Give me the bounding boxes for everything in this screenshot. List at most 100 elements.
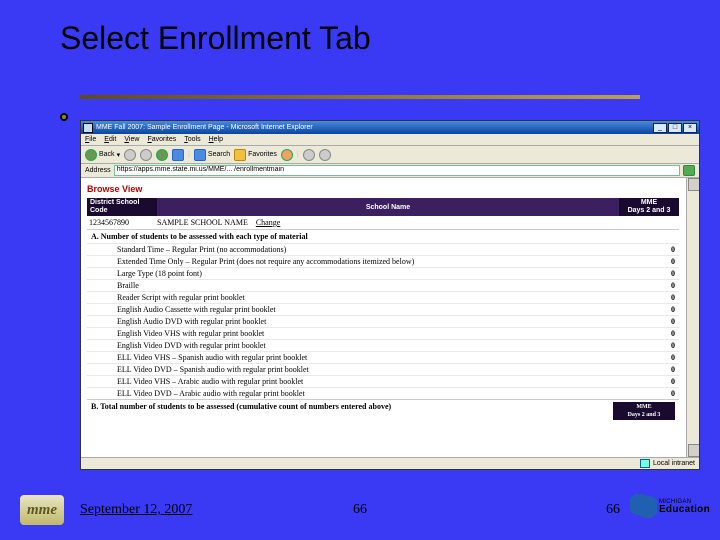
home-icon[interactable] bbox=[172, 149, 184, 161]
education-text: Education bbox=[659, 505, 710, 515]
school-name-cell: SAMPLE SCHOOL NAME Change bbox=[157, 218, 679, 227]
material-label: Large Type (18 point font) bbox=[87, 269, 629, 278]
hdr-mme-label: MME bbox=[621, 199, 677, 207]
mme-logo: mme bbox=[20, 495, 64, 525]
close-button[interactable]: × bbox=[683, 123, 697, 133]
material-label: ELL Video VHS – Arabic audio with regula… bbox=[87, 377, 629, 386]
material-label: ELL Video DVD – Arabic audio with regula… bbox=[87, 389, 629, 398]
back-button[interactable]: Back ▾ bbox=[85, 149, 120, 161]
material-row: ELL Video DVD – Arabic audio with regula… bbox=[87, 387, 679, 399]
search-icon bbox=[194, 149, 206, 161]
menu-favorites[interactable]: Favorites bbox=[147, 136, 176, 143]
status-bar: Local intranet bbox=[81, 457, 699, 469]
menu-help[interactable]: Help bbox=[209, 136, 223, 143]
forward-icon[interactable] bbox=[124, 149, 136, 161]
section-b-mme: MME bbox=[614, 403, 674, 411]
material-value[interactable]: 0 bbox=[629, 389, 679, 398]
addressbar: Address https://apps.mme.state.mi.us/MME… bbox=[81, 164, 699, 178]
section-b-days: Days 2 and 3 bbox=[614, 411, 674, 419]
section-a-header: A. Number of students to be assessed wit… bbox=[87, 229, 679, 243]
material-row: English Video VHS with regular print boo… bbox=[87, 327, 679, 339]
material-row: English Audio Cassette with regular prin… bbox=[87, 303, 679, 315]
menu-edit[interactable]: Edit bbox=[104, 136, 116, 143]
material-value[interactable]: 0 bbox=[629, 293, 679, 302]
material-label: ELL Video VHS – Spanish audio with regul… bbox=[87, 353, 629, 362]
search-button[interactable]: Search bbox=[194, 149, 230, 161]
material-value[interactable]: 0 bbox=[629, 317, 679, 326]
table-header-row: District School Code School Name MME Day… bbox=[87, 198, 679, 216]
material-label: Extended Time Only – Regular Print (does… bbox=[87, 257, 629, 266]
material-row: English Video DVD with regular print boo… bbox=[87, 339, 679, 351]
material-label: English Audio DVD with regular print boo… bbox=[87, 317, 629, 326]
back-icon bbox=[85, 149, 97, 161]
material-value[interactable]: 0 bbox=[629, 329, 679, 338]
menu-file[interactable]: File bbox=[85, 136, 96, 143]
material-row: ELL Video VHS – Arabic audio with regula… bbox=[87, 375, 679, 387]
favorites-icon bbox=[234, 149, 246, 161]
history-icon[interactable] bbox=[281, 149, 293, 161]
menubar: File Edit View Favorites Tools Help bbox=[81, 134, 699, 146]
browser-window: MME Fall 2007: Sample Enrollment Page - … bbox=[80, 120, 700, 470]
material-value[interactable]: 0 bbox=[629, 305, 679, 314]
material-row: ELL Video VHS – Spanish audio with regul… bbox=[87, 351, 679, 363]
address-input[interactable]: https://apps.mme.state.mi.us/MME/... /en… bbox=[114, 165, 680, 176]
go-button[interactable] bbox=[683, 165, 695, 176]
title-underline bbox=[80, 95, 640, 99]
hdr-school-name: School Name bbox=[157, 204, 619, 211]
stop-icon[interactable] bbox=[140, 149, 152, 161]
section-b-row: B. Total number of students to be assess… bbox=[87, 399, 679, 421]
toolbar: Back ▾ | Search Favorites | bbox=[81, 146, 699, 164]
material-value[interactable]: 0 bbox=[629, 245, 679, 254]
material-row: ELL Video DVD – Spanish audio with regul… bbox=[87, 363, 679, 375]
window-title: MME Fall 2007: Sample Enrollment Page - … bbox=[96, 124, 652, 131]
menu-tools[interactable]: Tools bbox=[184, 136, 200, 143]
change-link[interactable]: Change bbox=[256, 218, 280, 227]
section-b-mme-days: MME Days 2 and 3 bbox=[613, 402, 675, 420]
bullet-icon bbox=[60, 113, 68, 121]
school-row: 1234567890 SAMPLE SCHOOL NAME Change bbox=[87, 216, 679, 229]
material-label: English Audio Cassette with regular prin… bbox=[87, 305, 629, 314]
vertical-scrollbar[interactable] bbox=[686, 178, 699, 457]
material-row: Standard Time – Regular Print (no accomm… bbox=[87, 243, 679, 255]
material-value[interactable]: 0 bbox=[629, 269, 679, 278]
section-b-label: B. Total number of students to be assess… bbox=[91, 402, 613, 420]
material-row: Braille0 bbox=[87, 279, 679, 291]
hdr-days-label: Days 2 and 3 bbox=[621, 207, 677, 215]
browse-view-heading: Browse View bbox=[81, 178, 699, 198]
favorites-button[interactable]: Favorites bbox=[234, 149, 277, 161]
page-number-right: 66 bbox=[606, 502, 620, 518]
minimize-button[interactable]: _ bbox=[653, 123, 667, 133]
window-titlebar: MME Fall 2007: Sample Enrollment Page - … bbox=[81, 121, 699, 134]
print-icon[interactable] bbox=[319, 149, 331, 161]
michigan-education-logo: MICHIGAN Education bbox=[630, 490, 710, 524]
hdr-mme-days: MME Days 2 and 3 bbox=[619, 198, 679, 216]
material-label: English Video DVD with regular print boo… bbox=[87, 341, 629, 350]
status-text: Local intranet bbox=[653, 460, 695, 467]
page-content: Browse View District School Code School … bbox=[81, 178, 699, 457]
material-value[interactable]: 0 bbox=[629, 365, 679, 374]
michigan-icon bbox=[630, 494, 657, 520]
material-label: English Video VHS with regular print boo… bbox=[87, 329, 629, 338]
material-label: Reader Script with regular print booklet bbox=[87, 293, 629, 302]
material-value[interactable]: 0 bbox=[629, 353, 679, 362]
material-value[interactable]: 0 bbox=[629, 281, 679, 290]
back-label: Back bbox=[99, 151, 115, 158]
hdr-district-code: District School Code bbox=[87, 198, 157, 216]
material-row: Reader Script with regular print booklet… bbox=[87, 291, 679, 303]
material-value[interactable]: 0 bbox=[629, 377, 679, 386]
footer-date: September 12, 2007 bbox=[80, 502, 192, 518]
refresh-icon[interactable] bbox=[156, 149, 168, 161]
menu-view[interactable]: View bbox=[124, 136, 139, 143]
material-label: Braille bbox=[87, 281, 629, 290]
ie-icon bbox=[83, 123, 93, 133]
search-label: Search bbox=[208, 151, 230, 158]
slide-footer: mme September 12, 2007 66 66 MICHIGAN Ed… bbox=[0, 490, 720, 530]
material-label: ELL Video DVD – Spanish audio with regul… bbox=[87, 365, 629, 374]
material-value[interactable]: 0 bbox=[629, 257, 679, 266]
favorites-label: Favorites bbox=[248, 151, 277, 158]
material-row: Large Type (18 point font)0 bbox=[87, 267, 679, 279]
material-value[interactable]: 0 bbox=[629, 341, 679, 350]
mail-icon[interactable] bbox=[303, 149, 315, 161]
maximize-button[interactable]: □ bbox=[668, 123, 682, 133]
material-label: Standard Time – Regular Print (no accomm… bbox=[87, 245, 629, 254]
